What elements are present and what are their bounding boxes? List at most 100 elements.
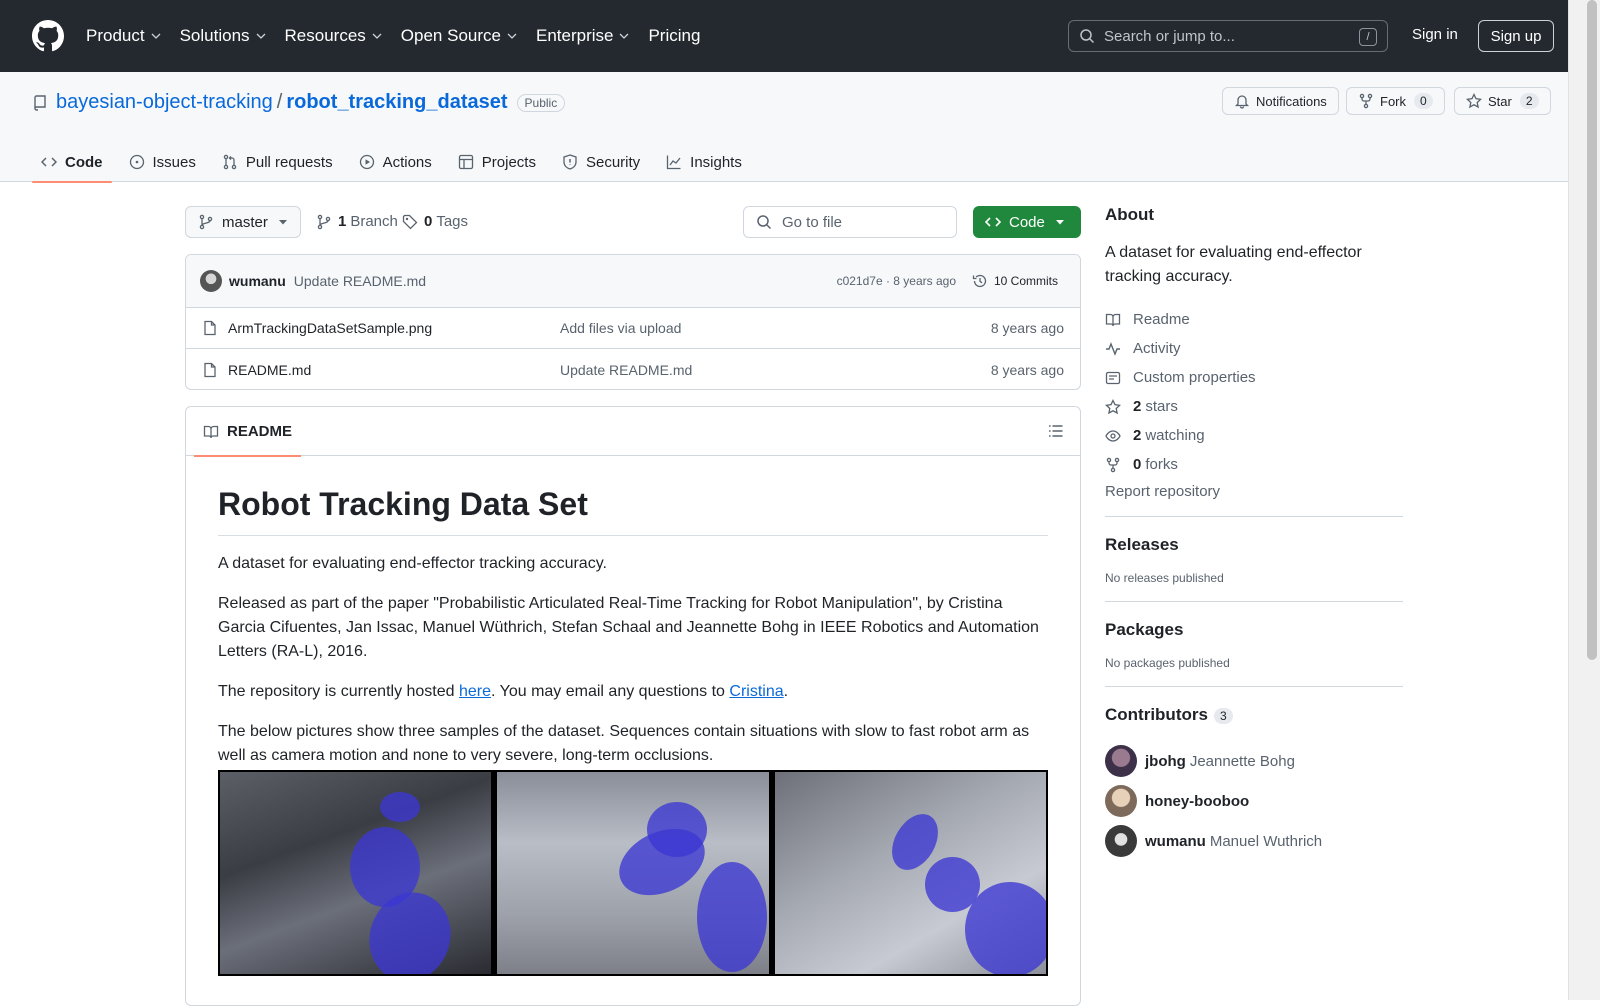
- sign-up-button[interactable]: Sign up: [1478, 20, 1554, 52]
- tab-projects[interactable]: Projects: [449, 142, 545, 182]
- table-row: ArmTrackingDataSetSample.png Add files v…: [186, 308, 1080, 349]
- github-logo-icon[interactable]: [32, 20, 64, 52]
- fork-icon: [1106, 457, 1120, 472]
- note-icon: [1105, 371, 1121, 384]
- caret-down-icon: [278, 220, 287, 225]
- tab-code[interactable]: Code: [32, 142, 112, 183]
- book-icon: [203, 425, 219, 438]
- nav-resources[interactable]: Resources: [285, 26, 383, 46]
- releases-heading[interactable]: Releases: [1105, 535, 1403, 555]
- chevron-down-icon: [620, 33, 629, 39]
- nav-solutions[interactable]: Solutions: [180, 26, 267, 46]
- custom-properties-link[interactable]: Custom properties: [1105, 363, 1403, 392]
- list-icon[interactable]: [1048, 423, 1064, 439]
- code-icon: [985, 217, 1001, 227]
- tag-count-link[interactable]: 0 Tags: [402, 213, 468, 230]
- search-icon: [1080, 29, 1095, 44]
- search-shortcut: /: [1359, 28, 1377, 46]
- repo-name-link[interactable]: robot_tracking_dataset: [286, 91, 507, 114]
- star-button[interactable]: Star 2: [1454, 87, 1551, 115]
- tag-count: 0: [424, 213, 433, 230]
- search-placeholder: Search or jump to...: [1104, 27, 1235, 45]
- divider: [1105, 686, 1403, 687]
- chevron-down-icon: [256, 33, 265, 39]
- repo-owner-link[interactable]: bayesian-object-tracking: [56, 91, 273, 114]
- readme-paragraph: The below pictures show three samples of…: [218, 723, 1030, 764]
- nav-enterprise[interactable]: Enterprise: [536, 26, 630, 46]
- list-item[interactable]: jbohg Jeannette Bohg: [1105, 741, 1403, 781]
- packages-heading[interactable]: Packages: [1105, 620, 1403, 640]
- sample-image-2: [497, 772, 769, 974]
- branch-name: master: [222, 213, 268, 231]
- cristina-link[interactable]: Cristina: [729, 683, 783, 700]
- file-name-link[interactable]: README.md: [228, 362, 311, 378]
- robot-arm-shape: [697, 862, 768, 972]
- sample-image-1: [220, 772, 492, 974]
- avatar[interactable]: [1105, 825, 1137, 857]
- list-item[interactable]: wumanu Manuel Wuthrich: [1105, 821, 1403, 861]
- graph-icon: [667, 155, 681, 170]
- search-input[interactable]: Search or jump to... /: [1068, 20, 1388, 52]
- code-icon: [41, 157, 57, 167]
- nav-product[interactable]: Product: [86, 26, 162, 46]
- file-commit-message[interactable]: Add files via upload: [560, 320, 681, 336]
- tab-security[interactable]: Security: [553, 142, 649, 182]
- branch-select-button[interactable]: master: [185, 206, 301, 238]
- table-row: README.md Update README.md 8 years ago: [186, 349, 1080, 389]
- visibility-badge: Public: [516, 93, 566, 112]
- readme-content: Robot Tracking Data Set A dataset for ev…: [186, 456, 1080, 1005]
- pull-request-icon: [223, 154, 237, 170]
- branch-count-link[interactable]: 1 Branch: [316, 213, 398, 230]
- watching-link[interactable]: 2 watching: [1105, 421, 1403, 450]
- file-icon: [204, 320, 216, 336]
- repo-sidebar: About A dataset for evaluating end-effec…: [1105, 205, 1403, 861]
- chevron-down-icon: [372, 33, 382, 39]
- code-dropdown-button[interactable]: Code: [973, 206, 1081, 238]
- tab-pull-requests[interactable]: Pull requests: [213, 142, 342, 182]
- pulse-icon: [1106, 341, 1120, 356]
- forks-link[interactable]: 0 forks: [1105, 450, 1403, 479]
- tab-insights[interactable]: Insights: [657, 142, 751, 182]
- list-item[interactable]: honey-booboo: [1105, 781, 1403, 821]
- about-heading: About: [1105, 205, 1155, 224]
- repo-title: bayesian-object-tracking / robot_trackin…: [32, 91, 566, 114]
- go-to-file-input[interactable]: Go to file: [743, 206, 957, 238]
- contributor-login: wumanu: [1145, 832, 1206, 850]
- chevron-down-icon: [507, 33, 517, 39]
- file-name-link[interactable]: ArmTrackingDataSetSample.png: [228, 320, 432, 336]
- file-date: 8 years ago: [990, 361, 1064, 378]
- contributors-heading[interactable]: Contributors 3: [1105, 705, 1403, 725]
- robot-arm-shape: [647, 802, 708, 857]
- readme-title: Robot Tracking Data Set: [218, 486, 1048, 536]
- tab-issues[interactable]: Issues: [120, 142, 205, 182]
- report-repository-link[interactable]: Report repository: [1105, 483, 1403, 500]
- commits-link[interactable]: 10 Commits: [972, 273, 1058, 289]
- stars-link[interactable]: 2 stars: [1105, 392, 1403, 421]
- notifications-button[interactable]: Notifications: [1222, 87, 1339, 115]
- nav-open-source[interactable]: Open Source: [401, 26, 518, 46]
- fork-button[interactable]: Fork 0: [1346, 87, 1445, 115]
- page-scrollbar[interactable]: [1568, 0, 1600, 1000]
- shield-icon: [563, 154, 577, 170]
- readme-link[interactable]: Readme: [1105, 305, 1403, 334]
- commit-message[interactable]: Update README.md: [294, 273, 426, 289]
- here-link[interactable]: here: [459, 683, 491, 700]
- tab-actions[interactable]: Actions: [350, 142, 441, 182]
- search-icon: [757, 215, 772, 230]
- readme-panel: README Robot Tracking Data Set A dataset…: [185, 406, 1081, 1006]
- scrollbar-thumb[interactable]: [1587, 0, 1597, 660]
- commit-sha-time[interactable]: c021d7e · 8 years ago: [837, 274, 956, 288]
- nav-pricing[interactable]: Pricing: [648, 26, 700, 46]
- activity-link[interactable]: Activity: [1105, 334, 1403, 363]
- contributor-login: jbohg: [1145, 752, 1186, 770]
- avatar[interactable]: [1105, 745, 1137, 777]
- file-commit-message[interactable]: Update README.md: [560, 362, 692, 378]
- sign-in-link[interactable]: Sign in: [1412, 26, 1458, 43]
- commit-author[interactable]: wumanu: [229, 273, 286, 289]
- robot-arm-shape: [380, 792, 420, 822]
- readme-tab[interactable]: README: [194, 407, 302, 457]
- table-icon: [458, 154, 473, 170]
- history-icon: [972, 274, 987, 288]
- avatar[interactable]: [200, 270, 222, 292]
- avatar[interactable]: [1105, 785, 1137, 817]
